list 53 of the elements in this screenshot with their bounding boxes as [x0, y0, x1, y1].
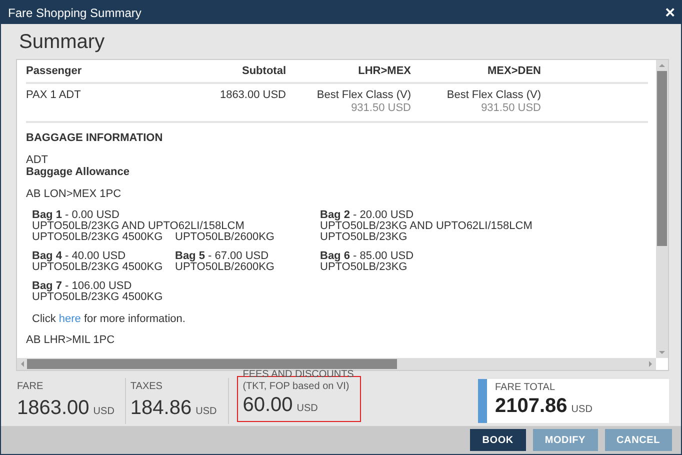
bag-allowance: UPTO50LB/23KG AND UPTO62LI/158LCM	[32, 221, 246, 232]
allowance-title: Baggage Allowance	[26, 166, 131, 178]
fare-price: 931.50 USD	[350, 102, 411, 115]
fare-price: 931.50 USD	[480, 102, 541, 115]
total-label: FARE TOTAL	[495, 382, 556, 394]
total-label: FARE	[17, 381, 44, 393]
bag-allowance: UPTO50LB/23KG 4500KG	[32, 292, 164, 303]
bag-allowance: UPTO50LB/23KG 4500KG	[32, 232, 164, 243]
bag-allowance: UPTO50LB/23KG AND UPTO62LI/158LCM	[320, 221, 534, 232]
bag-allowance: UPTO50LB/23KG	[320, 262, 408, 273]
bag-price: Bag 1 - 0.00 USD	[32, 210, 120, 221]
table-cell: 1863.00 USD	[171, 83, 286, 122]
page-heading: Summary	[19, 30, 106, 54]
table-cell: PAX 1 ADT	[26, 83, 171, 122]
currency-label: USD	[296, 403, 318, 414]
bag-price: Bag 7 - 106.00 USD	[32, 281, 133, 292]
secondary-button[interactable]: MODIFY	[532, 429, 598, 451]
column-header: MEX>DEN	[411, 60, 541, 83]
info-text: Click here for more information.	[32, 313, 186, 326]
primary-button[interactable]: BOOK	[470, 429, 526, 451]
bag-price: Bag 5 - 67.00 USD	[175, 251, 270, 262]
total-amount: 184.86	[130, 397, 192, 419]
total-note: (TKT, FOP based on VI)	[242, 381, 350, 393]
secondary-button[interactable]: CANCEL	[604, 429, 672, 451]
total-amount: 60.00	[242, 394, 293, 416]
column-header: Subtotal	[171, 60, 286, 83]
horizontal-scrollbar[interactable]	[17, 358, 656, 370]
vertical-scrollbar[interactable]	[656, 60, 668, 358]
bag-allowance: UPTO50LB/2600KG	[175, 232, 276, 243]
passenger-type: ADT	[26, 154, 49, 166]
bag-price: Bag 6 - 85.00 USD	[320, 251, 415, 262]
more-info-link[interactable]: here	[58, 313, 81, 325]
window-title: Fare Shopping Summary	[8, 6, 142, 20]
bag-allowance: UPTO50LB/23KG 4500KG	[32, 262, 164, 273]
column-header: LHR>MEX	[286, 60, 411, 83]
currency-label: USD	[93, 406, 114, 417]
column-header: Passenger	[26, 60, 171, 83]
accent-bar	[478, 379, 487, 423]
bag-allowance: UPTO50LB/23KG	[320, 232, 408, 243]
route-label: AB LHR>MIL 1PC	[26, 334, 116, 346]
total-label: TAXES	[130, 381, 164, 393]
section-title: BAGGAGE INFORMATION	[26, 132, 164, 145]
fare-class: Best Flex Class (V)	[446, 89, 541, 102]
fare-class: Best Flex Class (V)	[316, 89, 411, 102]
total-amount: 1863.00	[17, 397, 90, 419]
bag-price: Bag 4 - 40.00 USD	[32, 251, 127, 262]
bag-price: Bag 2 - 20.00 USD	[320, 210, 415, 221]
close-icon[interactable]: ×	[665, 4, 675, 21]
route-label: AB LON>MEX 1PC	[26, 188, 122, 200]
bag-allowance: UPTO50LB/2600KG	[175, 262, 276, 273]
total-amount: 2107.86	[495, 395, 568, 417]
currency-label: USD	[196, 406, 217, 417]
currency-label: USD	[571, 404, 592, 415]
